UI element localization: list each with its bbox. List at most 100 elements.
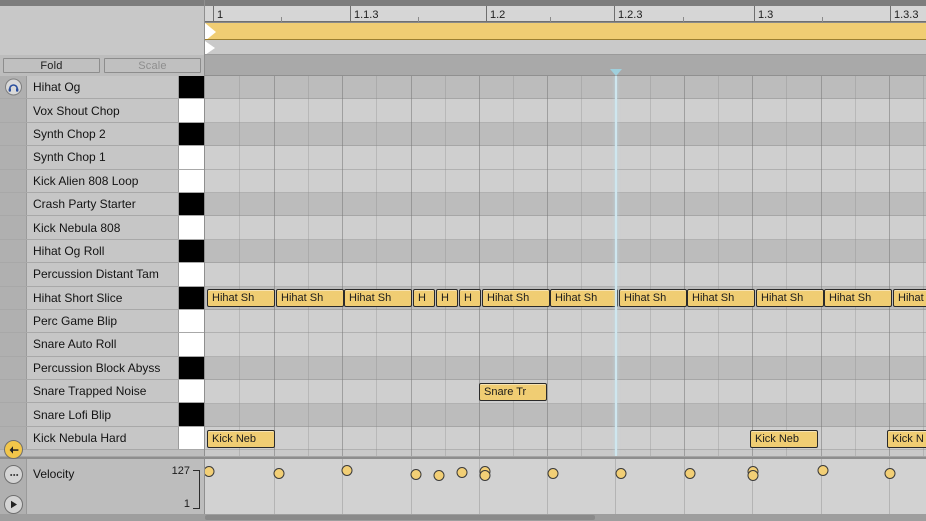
midi-note[interactable]: Hihat Sh [756,289,824,308]
velocity-marker[interactable] [273,468,285,480]
piano-key-swatch[interactable] [178,356,204,380]
key-row[interactable]: Snare Trapped Noise [0,380,204,404]
piano-key-swatch[interactable] [178,263,204,286]
grid-row[interactable] [205,169,926,194]
more-button[interactable] [4,465,23,484]
piano-key-swatch[interactable] [178,309,204,333]
velocity-marker[interactable] [615,468,627,480]
midi-note[interactable]: Hihat Sh [344,289,412,308]
velocity-marker[interactable] [884,467,896,479]
key-row[interactable]: Snare Auto Roll [0,333,204,357]
velocity-marker[interactable] [684,468,696,480]
midi-note[interactable]: Hihat Sh [687,289,755,308]
key-row[interactable]: Hihat Og [0,76,204,100]
midi-note[interactable]: H [459,289,481,308]
key-row[interactable]: Snare Lofi Blip [0,403,204,427]
midi-note[interactable]: Hihat Sh [207,289,275,308]
key-row-name: Synth Chop 2 [27,122,178,146]
grid-row[interactable] [205,146,926,170]
key-row[interactable]: Kick Alien 808 Loop [0,169,204,193]
key-row[interactable]: Synth Chop 1 [0,146,204,170]
grid-row[interactable] [205,122,926,147]
midi-note[interactable]: Hihat Sh [550,289,618,308]
grid-row[interactable] [205,193,926,217]
midi-note[interactable]: Kick Neb [207,429,275,448]
key-row[interactable]: Kick Nebula Hard [0,426,204,451]
loop-start-marker-icon[interactable] [205,23,216,39]
grid-row[interactable] [205,263,926,287]
key-row[interactable]: Synth Chop 2 [0,122,204,147]
scale-button[interactable]: Scale [104,58,201,73]
midi-note[interactable]: H [413,289,435,308]
piano-key-swatch[interactable] [178,286,204,309]
piano-key-swatch[interactable] [178,76,204,99]
grid-row[interactable] [205,333,926,358]
velocity-marker[interactable] [205,466,215,478]
grid-line-minor [855,76,856,456]
key-row-gutter [0,239,27,263]
velocity-grid-line [411,459,412,521]
key-row-name: Kick Nebula Hard [27,426,178,450]
grid-line-minor [308,76,309,456]
grid-row[interactable] [205,403,926,428]
key-row[interactable]: Kick Nebula 808 [0,216,204,240]
grid-line [342,76,343,456]
piano-key-swatch[interactable] [178,216,204,239]
piano-key-swatch[interactable] [178,122,204,146]
fold-back-button[interactable] [4,440,23,459]
piano-key-swatch[interactable] [178,192,204,216]
note-grid[interactable]: Hihat Sh Hihat Sh Hihat Sh H H H Hihat Sh Hihat… [205,76,926,456]
headphone-icon[interactable] [5,78,22,96]
key-row[interactable]: Perc Game Blip [0,309,204,334]
start-marker-icon[interactable] [205,41,215,54]
grid-row[interactable] [205,216,926,241]
velocity-lane[interactable] [205,457,926,521]
grid-row[interactable] [205,356,926,381]
key-row-name: Kick Alien 808 Loop [27,169,178,192]
key-row[interactable]: Percussion Distant Tam [0,263,204,287]
grid-row[interactable] [205,310,926,334]
piano-key-swatch[interactable] [178,403,204,426]
fold-button[interactable]: Fold [3,58,100,73]
piano-key-swatch[interactable] [178,333,204,356]
piano-key-swatch[interactable] [178,146,204,169]
velocity-marker[interactable] [479,470,491,482]
piano-key-swatch[interactable] [178,380,204,403]
midi-note[interactable]: Hihat Sh [619,289,687,308]
key-row[interactable]: Crash Party Starter [0,192,204,217]
key-row[interactable]: Hihat Short Slice [0,286,204,310]
velocity-marker[interactable] [433,469,445,481]
timeline-ruler[interactable]: 1 1.1.3 1.2 1.2.3 1.3 1.3.3 [205,0,926,22]
midi-note[interactable]: Hihat [893,289,926,308]
velocity-marker[interactable] [747,470,759,482]
velocity-marker[interactable] [456,466,468,478]
key-row[interactable]: Vox Shout Chop [0,99,204,123]
grid-row[interactable] [205,76,926,100]
midi-note[interactable]: Kick Neb [750,429,818,448]
midi-note[interactable]: Hihat Sh [824,289,892,308]
velocity-marker[interactable] [547,468,559,480]
grid-row[interactable] [205,239,926,264]
grid-row[interactable] [205,99,926,124]
grid-row[interactable] [205,380,926,404]
piano-key-swatch[interactable] [178,169,204,192]
midi-note[interactable]: Hihat Sh [276,289,344,308]
playhead-marker-icon[interactable] [610,69,622,76]
key-row-name: Synth Chop 1 [27,146,178,169]
midi-note[interactable]: Hihat Sh [482,289,550,308]
midi-note[interactable]: Snare Tr [479,382,547,401]
midi-note[interactable]: H [436,289,458,308]
velocity-marker[interactable] [341,465,353,476]
velocity-marker[interactable] [817,465,829,476]
midi-note[interactable]: Kick N [887,429,926,448]
piano-key-swatch[interactable] [178,426,204,450]
loop-brace-bar[interactable] [205,22,926,40]
play-button[interactable] [4,495,23,514]
key-row[interactable]: Percussion Block Abyss [0,356,204,381]
horizontal-scrollbar[interactable] [205,515,595,520]
piano-key-swatch[interactable] [178,99,204,122]
start-marker-bar[interactable] [205,40,926,55]
velocity-marker[interactable] [410,468,422,480]
piano-key-swatch[interactable] [178,239,204,263]
key-row[interactable]: Hihat Og Roll [0,239,204,264]
